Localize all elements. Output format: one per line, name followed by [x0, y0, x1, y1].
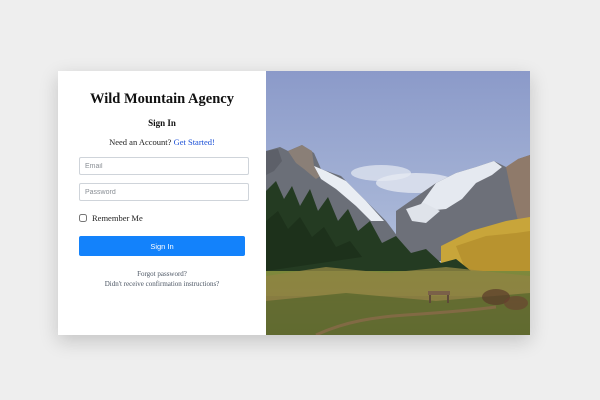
need-account-text: Need an Account?: [109, 137, 172, 147]
remember-me-row[interactable]: Remember Me: [79, 213, 143, 223]
remember-me-label: Remember Me: [92, 213, 143, 223]
password-input[interactable]: [79, 183, 249, 201]
email-input[interactable]: [79, 157, 249, 175]
help-links: Forgot password? Didn't receive confirma…: [58, 269, 266, 289]
confirmation-instructions-link[interactable]: Didn't receive confirmation instructions…: [58, 279, 266, 289]
remember-me-checkbox[interactable]: [79, 214, 87, 222]
landscape-illustration: [266, 71, 530, 335]
mountain-landscape-image: [266, 71, 530, 335]
sign-in-button[interactable]: Sign In: [79, 236, 245, 256]
need-account-line: Need an Account? Get Started!: [58, 137, 266, 147]
brand-title: Wild Mountain Agency: [90, 91, 234, 107]
login-card: Wild Mountain Agency Sign In Need an Acc…: [58, 71, 530, 335]
forgot-password-link[interactable]: Forgot password?: [58, 269, 266, 279]
login-panel: Wild Mountain Agency Sign In Need an Acc…: [58, 71, 266, 335]
get-started-link[interactable]: Get Started!: [174, 137, 215, 147]
form-heading: Sign In: [148, 118, 176, 128]
